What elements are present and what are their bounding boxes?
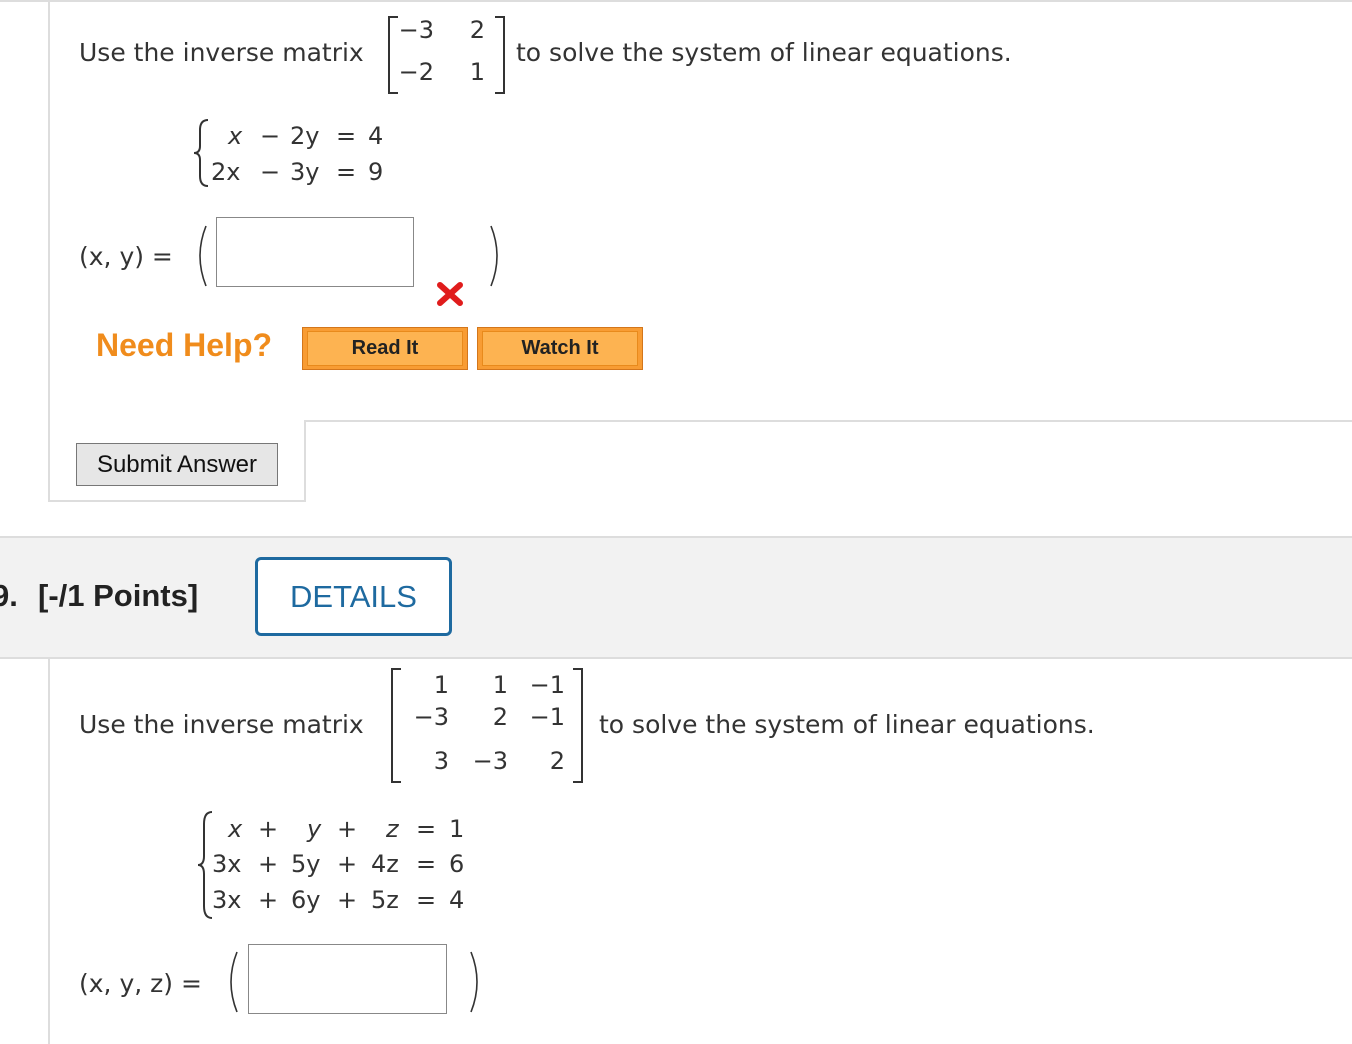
question2-header <box>0 536 1352 659</box>
eq2-op1: + <box>258 850 279 878</box>
top-divider <box>0 0 1352 2</box>
left-paren-icon <box>230 951 238 1013</box>
incorrect-x-icon <box>437 282 463 306</box>
right-paren-icon <box>470 951 478 1013</box>
watch-it-label: Watch It <box>482 331 638 366</box>
left-brace-icon <box>193 119 209 187</box>
read-it-label: Read It <box>307 331 463 366</box>
eq2-term1: 2x <box>211 158 241 186</box>
eq2-term2: 3y <box>290 158 320 186</box>
submit-answer-button[interactable]: Submit Answer <box>76 443 278 486</box>
q2-equation-system: x + y + z = 1 3x + 5y + 4z = 6 3x + 6y +… <box>196 808 486 924</box>
matrix-left-bracket <box>388 16 398 94</box>
q2-intro-suffix: to solve the system of linear equations. <box>599 710 1095 739</box>
matrix-right-bracket <box>573 668 583 783</box>
eq1-op1: − <box>260 122 281 150</box>
matrix-cell: 3 <box>433 747 449 775</box>
need-help-label: Need Help? <box>96 327 273 363</box>
eq1-equals: = <box>416 815 437 843</box>
question1-bottom-border <box>48 500 306 502</box>
left-paren-icon <box>199 225 207 287</box>
q1-intro-suffix: to solve the system of linear equations. <box>516 38 1012 67</box>
q2-matrix: 1 1 −1 −3 2 −1 3 −3 2 <box>391 668 587 783</box>
question-number: 9. <box>0 578 18 613</box>
eq1-op2: + <box>337 815 358 843</box>
eq2-op1: − <box>260 158 281 186</box>
eq1-term1: x <box>228 122 243 150</box>
q1-answer-label: (x, y) = <box>79 242 173 271</box>
eq1-term2: y <box>307 815 322 843</box>
eq2-equals: = <box>336 158 357 186</box>
matrix-cell: 1 <box>469 58 485 86</box>
eq2-term1: 3x <box>212 850 242 878</box>
matrix-cell: −2 <box>398 58 434 86</box>
q1-intro-prefix: Use the inverse matrix <box>79 38 364 67</box>
eq2-term2: 5y <box>291 850 321 878</box>
eq1-term1: x <box>228 815 243 843</box>
right-paren-icon <box>490 225 498 287</box>
matrix-left-bracket <box>391 668 401 783</box>
matrix-cell: −3 <box>413 703 449 731</box>
q1-equation-system: x − 2y = 4 2x − 3y = 9 <box>192 115 412 195</box>
matrix-cell: −3 <box>472 747 508 775</box>
q1-matrix: −3 2 −2 1 <box>388 16 508 94</box>
matrix-cell: 2 <box>549 747 565 775</box>
watch-it-button[interactable]: Watch It <box>477 327 643 370</box>
eq1-term3: z <box>386 815 399 843</box>
eq3-op1: + <box>258 886 279 914</box>
eq2-op2: + <box>337 850 358 878</box>
eq2-term3: 4z <box>371 850 399 878</box>
eq1-rhs: 4 <box>368 122 384 150</box>
eq3-equals: = <box>416 886 437 914</box>
eq2-rhs: 6 <box>449 850 465 878</box>
points-label: [-/1 Points] <box>38 578 199 613</box>
eq3-term2: 6y <box>291 886 321 914</box>
matrix-cell: 1 <box>433 671 449 699</box>
eq1-term2: 2y <box>290 122 320 150</box>
eq1-rhs: 1 <box>449 815 465 843</box>
question1-top-divider <box>304 420 1352 422</box>
eq2-equals: = <box>416 850 437 878</box>
q1-answer-input[interactable] <box>216 217 414 287</box>
eq1-equals: = <box>336 122 357 150</box>
eq3-term1: 3x <box>212 886 242 914</box>
q2-intro-prefix: Use the inverse matrix <box>79 710 364 739</box>
question2-left-border <box>48 657 50 1044</box>
matrix-cell: −1 <box>529 671 565 699</box>
read-it-button[interactable]: Read It <box>302 327 468 370</box>
matrix-cell: −3 <box>398 16 434 44</box>
q2-answer-input[interactable] <box>248 944 447 1014</box>
details-button[interactable]: DETAILS <box>255 557 452 636</box>
question1-right-border <box>304 420 306 502</box>
matrix-cell: −1 <box>529 703 565 731</box>
matrix-right-bracket <box>495 16 505 94</box>
matrix-cell: 2 <box>469 16 485 44</box>
q2-answer-label: (x, y, z) = <box>79 969 202 998</box>
eq1-op1: + <box>258 815 279 843</box>
eq3-op2: + <box>337 886 358 914</box>
matrix-cell: 2 <box>492 703 508 731</box>
eq3-rhs: 4 <box>449 886 465 914</box>
matrix-cell: 1 <box>492 671 508 699</box>
eq3-term3: 5z <box>371 886 399 914</box>
question1-left-border <box>48 0 50 500</box>
eq2-rhs: 9 <box>368 158 384 186</box>
